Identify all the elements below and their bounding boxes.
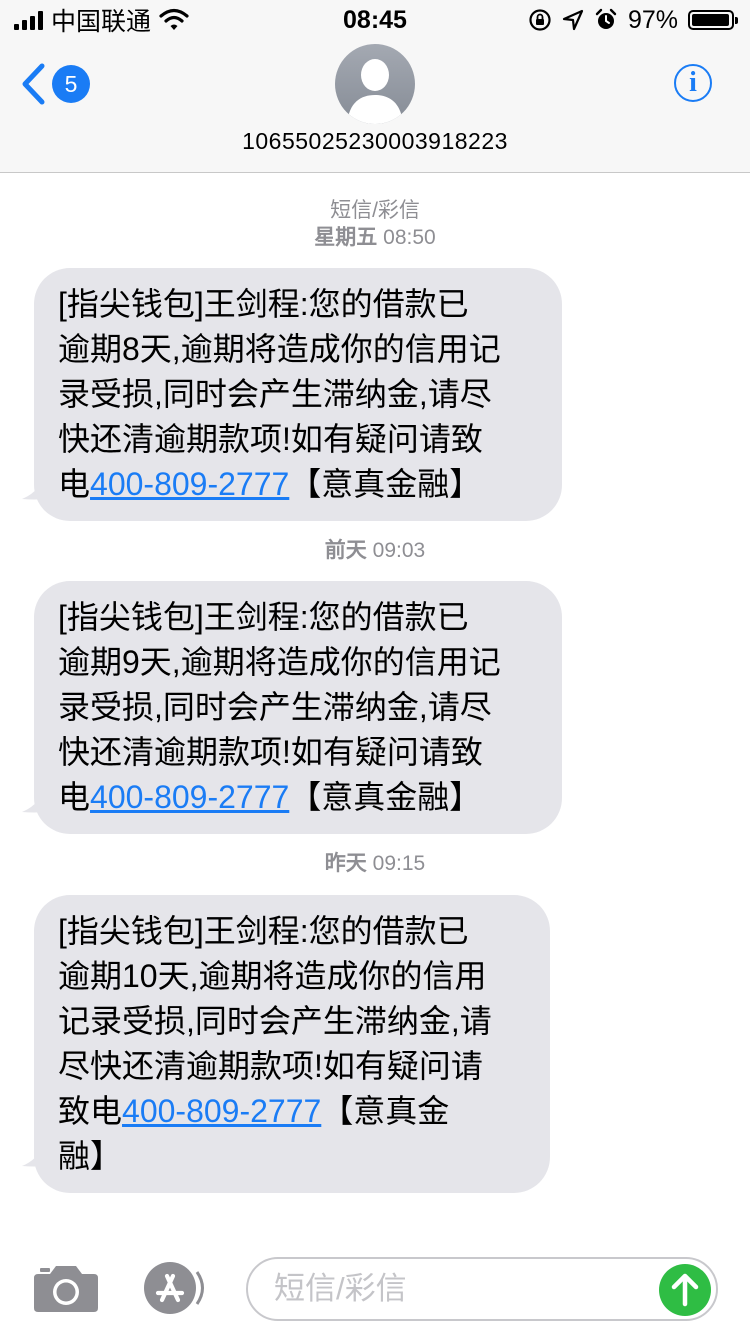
timestamp-time: 09:03: [372, 539, 426, 562]
phone-link[interactable]: 400-809-2777: [90, 466, 289, 502]
timestamp: 昨天 09:15: [0, 851, 750, 877]
alarm-icon: [595, 8, 617, 29]
unread-count-badge: 5: [52, 65, 90, 103]
status-right: 97%: [528, 4, 738, 36]
message-text: 电: [58, 779, 91, 815]
message-line: 录受损,同时会产生滞纳金,请尽: [58, 689, 492, 725]
message-line: 电400-809-2777【意真金融】: [58, 775, 540, 820]
message-input[interactable]: 短信/彩信: [246, 1257, 718, 1321]
message-bubble[interactable]: [指尖钱包]王剑程:您的借款已 逾期8天,逾期将造成你的信用记 录受损,同时会产…: [34, 268, 562, 521]
timestamp: 星期五 08:50: [0, 225, 750, 251]
person-silhouette-icon: [347, 59, 403, 124]
send-button[interactable]: [659, 1264, 711, 1316]
message-input-placeholder: 短信/彩信: [274, 1271, 407, 1306]
message-signature: 【意真金融】: [289, 779, 482, 815]
location-arrow-icon: [562, 9, 584, 31]
contact-avatar[interactable]: [335, 44, 415, 124]
send-arrow-icon: [671, 1273, 699, 1307]
message-line: [指尖钱包]王剑程:您的借款已: [58, 599, 469, 635]
message-bubble[interactable]: [指尖钱包]王剑程:您的借款已 逾期10天,逾期将造成你的信用 记录受损,同时会…: [34, 895, 550, 1193]
chevron-left-icon: [22, 63, 45, 105]
timestamp: 前天 09:03: [0, 538, 750, 564]
message-line: 记录受损,同时会产生滞纳金,请: [58, 1003, 492, 1039]
message-line: 逾期8天,逾期将造成你的信用记: [58, 331, 501, 367]
message-line: 逾期10天,逾期将造成你的信用: [58, 958, 487, 994]
timestamp-day: 星期五: [314, 226, 378, 249]
message-line: 快还清逾期款项!如有疑问请致: [58, 421, 483, 457]
app-store-icon[interactable]: [140, 1260, 208, 1316]
message-text: 电: [58, 466, 91, 502]
info-button[interactable]: i: [674, 64, 712, 102]
message-text: 致电: [58, 1093, 123, 1129]
message-signature: 【意真金融】: [289, 466, 482, 502]
orientation-lock-icon: [529, 9, 551, 31]
message-line: 录受损,同时会产生滞纳金,请尽: [58, 376, 492, 412]
camera-icon[interactable]: [32, 1262, 100, 1314]
phone-link[interactable]: 400-809-2777: [122, 1093, 321, 1129]
message-line: 致电400-809-2777【意真金: [58, 1089, 528, 1134]
message-line: [指尖钱包]王剑程:您的借款已: [58, 286, 469, 322]
timestamp-time: 09:15: [372, 852, 426, 875]
battery-icon: [688, 10, 738, 30]
message-line: 逾期9天,逾期将造成你的信用记: [58, 644, 501, 680]
back-button[interactable]: 5: [20, 62, 90, 106]
battery-fill: [692, 14, 729, 26]
message-line: 电400-809-2777【意真金融】: [58, 462, 540, 507]
message-line: [指尖钱包]王剑程:您的借款已: [58, 913, 469, 949]
message-composer: 短信/彩信: [0, 1240, 750, 1334]
phone-link[interactable]: 400-809-2777: [90, 779, 289, 815]
contact-number[interactable]: 10655025230003918223: [0, 128, 750, 155]
battery-percent: 97%: [627, 5, 678, 34]
message-line: 尽快还清逾期款项!如有疑问请: [58, 1048, 483, 1084]
status-bar: 中国联通 08:45 97%: [0, 0, 750, 40]
conversation-header: 5 10655025230003918223 i: [0, 40, 750, 173]
message-line: 快还清逾期款项!如有疑问请致: [58, 734, 483, 770]
timestamp-day: 前天: [324, 539, 367, 562]
timestamp-day: 昨天: [324, 852, 367, 875]
message-bubble[interactable]: [指尖钱包]王剑程:您的借款已 逾期9天,逾期将造成你的信用记 录受损,同时会产…: [34, 581, 562, 834]
message-line: 融】: [58, 1138, 123, 1174]
thread-type-label: 短信/彩信: [330, 199, 420, 222]
timestamp-time: 08:50: [383, 226, 436, 249]
message-signature: 【意真金: [321, 1093, 450, 1129]
